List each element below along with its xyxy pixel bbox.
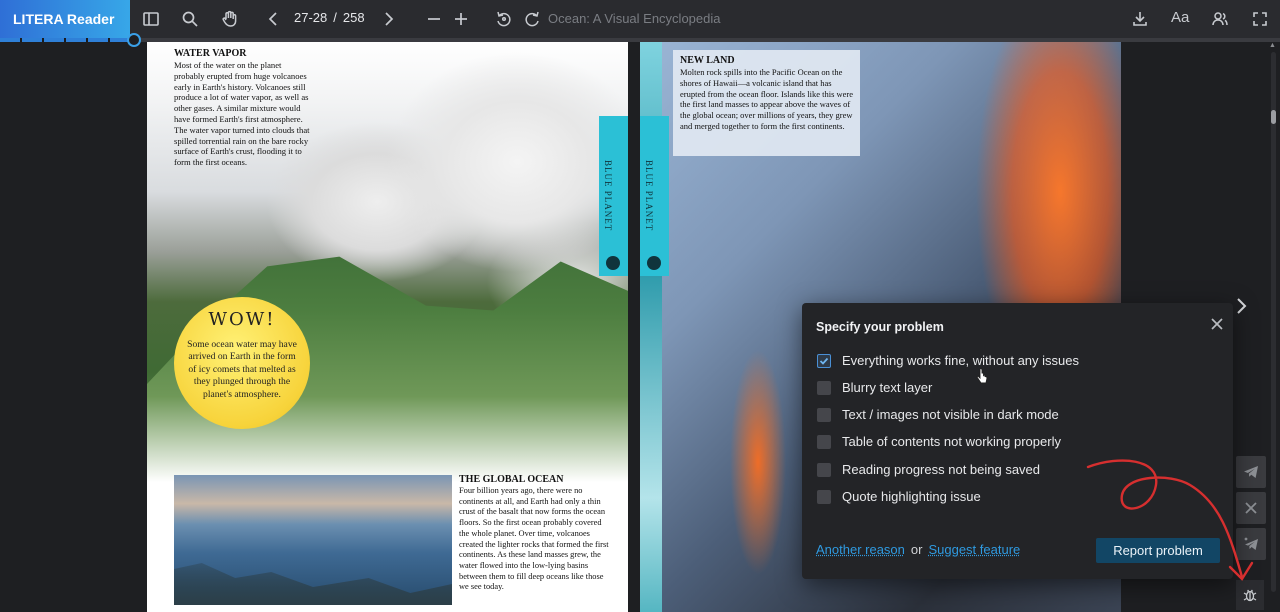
option-checkbox[interactable] [817,408,831,422]
mouse-cursor-icon [976,368,988,384]
dialog-links: Another reason or Suggest feature [816,542,1020,557]
page-separator: / [333,10,337,25]
option-row[interactable]: Table of contents not working properly [816,433,1216,453]
redo-icon[interactable] [522,9,542,29]
option-label[interactable]: Blurry text layer [842,380,932,395]
option-label[interactable]: Table of contents not working properly [842,434,1061,449]
app-logo[interactable]: LITERA Reader [0,0,130,38]
wow-text: Some ocean water may have arrived on Ear… [187,339,297,400]
download-icon[interactable] [1130,9,1150,29]
option-row[interactable]: Everything works fine, without any issue… [816,352,1216,372]
coast-photo [174,475,452,605]
option-row[interactable]: Blurry text layer [816,379,1216,399]
chapter-tab-right: BLUE PLANET [640,116,669,276]
option-checkbox[interactable] [817,463,831,477]
scroll-up-icon[interactable]: ▲ [1269,42,1276,49]
suggest-feature-link[interactable]: Suggest feature [928,542,1020,557]
page-current[interactable]: 27-28 [294,10,327,25]
scrollbar-track[interactable] [1271,52,1276,592]
global-ocean-text: Four billion years ago, there were no co… [459,486,609,592]
close-icon[interactable] [1209,316,1225,332]
option-checkbox[interactable] [817,490,831,504]
another-reason-link[interactable]: Another reason [816,542,905,557]
top-toolbar: LITERA Reader 27-28 / 258 Ocean: A Visual … [0,0,1280,38]
chapter-tab-label: BLUE PLANET [644,160,654,232]
font-settings-button[interactable]: Aa [1171,9,1189,26]
book-page-left: WATER VAPOR Most of the water on the pla… [147,42,628,612]
next-spread-icon[interactable] [1234,294,1250,318]
wave-icon [647,256,661,270]
wow-title: WOW! [208,309,276,330]
wave-icon [606,256,620,270]
zoom-out-icon[interactable] [424,9,444,29]
search-icon[interactable] [180,9,200,29]
option-label[interactable]: Quote highlighting issue [842,489,981,504]
page-indicator[interactable]: 27-28 / 258 [294,10,371,25]
page-total: 258 [342,10,365,25]
chapter-tab-label: BLUE PLANET [603,160,613,232]
water-vapor-heading: WATER VAPOR [174,48,247,59]
global-ocean-heading: THE GLOBAL OCEAN [459,474,564,485]
fullscreen-icon[interactable] [1250,9,1270,29]
annotation-arrow [1086,459,1254,581]
option-label[interactable]: Text / images not visible in dark mode [842,407,1059,422]
next-page-icon[interactable] [378,9,398,29]
option-checkbox[interactable] [817,354,831,368]
users-icon[interactable] [1210,9,1230,29]
sidebar-toggle-icon[interactable] [141,9,161,29]
new-land-heading: NEW LAND [680,55,735,66]
coast-rocks [174,563,452,605]
option-label[interactable]: Everything works fine, without any issue… [842,353,1079,368]
zoom-in-icon[interactable] [451,9,471,29]
undo-icon[interactable] [494,9,514,29]
water-vapor-text: Most of the water on the planet probably… [174,60,310,168]
scrollbar-thumb[interactable] [1271,110,1276,124]
hand-icon[interactable] [220,9,240,29]
chapter-tab-left: BLUE PLANET [599,116,628,276]
new-land-caption: NEW LAND Molten rock spills into the Pac… [673,50,860,156]
prev-page-icon[interactable] [264,9,284,29]
book-title: Ocean: A Visual Encyclopedia [548,11,721,26]
option-row[interactable]: Text / images not visible in dark mode [816,406,1216,426]
dialog-title: Specify your problem [816,320,944,334]
option-label[interactable]: Reading progress not being saved [842,462,1040,477]
or-text: or [910,542,923,557]
new-land-text: Molten rock spills into the Pacific Ocea… [680,67,854,131]
option-checkbox[interactable] [817,435,831,449]
progress-knob[interactable] [127,33,142,47]
wow-badge: WOW! Some ocean water may have arrived o… [174,297,310,429]
option-checkbox[interactable] [817,381,831,395]
